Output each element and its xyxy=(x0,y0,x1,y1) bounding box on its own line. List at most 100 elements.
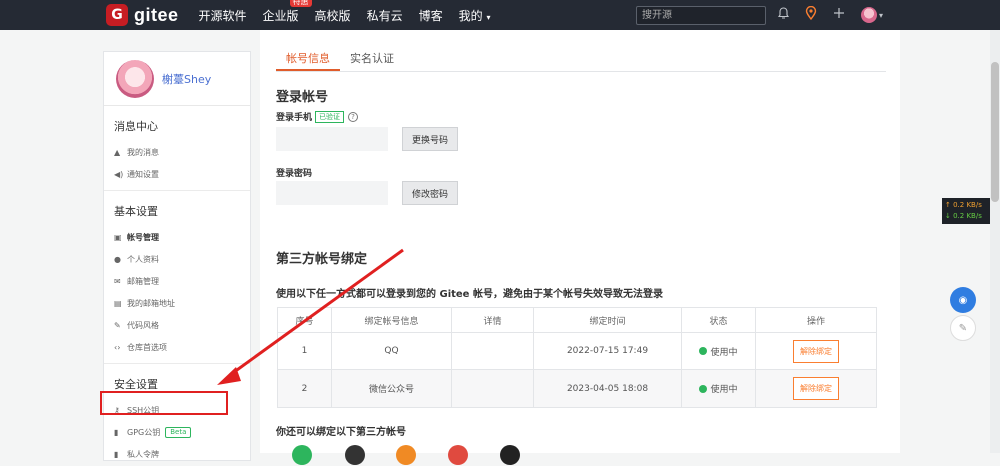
nav-education[interactable]: 高校版 xyxy=(315,7,351,24)
sidebar-item-label: 帐号管理 xyxy=(127,233,159,242)
header-action: 操作 xyxy=(806,316,825,327)
nav-mine-label: 我的 xyxy=(458,8,483,23)
third-party-title: 第三方帐号绑定 xyxy=(276,252,368,267)
row-detail xyxy=(452,333,534,369)
sidebar-item-label: 代码风格 xyxy=(127,321,159,330)
row-account: QQ xyxy=(332,333,452,369)
sidebar-item-label: 通知设置 xyxy=(127,170,159,179)
row-detail xyxy=(452,370,534,407)
assistant-float-icon[interactable]: ◉ xyxy=(950,287,976,313)
sidebar-item-my-email-address[interactable]: ▤ 我的邮箱地址 xyxy=(104,293,250,315)
github-icon[interactable] xyxy=(500,445,520,465)
feedback-edit-icon[interactable]: ✎ xyxy=(950,315,976,341)
bind-option-orange-icon[interactable] xyxy=(396,445,416,465)
download-speed: ↓ 0.2 KB/s xyxy=(945,212,982,220)
sidebar-item-notification-settings[interactable]: ◀) 通知设置 xyxy=(104,164,250,186)
top-icon-group: ▾ xyxy=(777,0,883,30)
user-icon: ● xyxy=(114,255,121,264)
user-avatar-small[interactable] xyxy=(861,7,877,23)
tab-account-info[interactable]: 帐号信息 xyxy=(276,48,340,71)
upload-speed: ↑ 0.2 KB/s xyxy=(945,201,982,209)
location-pin-icon[interactable] xyxy=(805,5,817,24)
header-index: 序号 xyxy=(278,308,332,332)
row-time: 2023-04-05 18:08 xyxy=(534,370,682,407)
change-password-button[interactable]: 修改密码 xyxy=(402,181,459,205)
code-icon: ‹› xyxy=(114,343,121,352)
sidebar-item-label: 我的消息 xyxy=(127,148,159,157)
login-phone-label: 登录手机 xyxy=(276,113,313,123)
profile-card[interactable]: 榭薹Shey xyxy=(104,52,250,106)
header-detail: 详情 xyxy=(452,308,534,332)
sidebar-item-label: 个人资料 xyxy=(127,255,159,264)
sidebar-item-repo-preferences[interactable]: ‹› 仓库首选项 xyxy=(104,337,250,359)
row-action: 解除绑定 xyxy=(756,333,876,369)
status-text: 使用中 xyxy=(710,347,738,358)
tab-real-name[interactable]: 实名认证 xyxy=(340,48,404,71)
row-status: 使用中 xyxy=(682,333,756,369)
sidebar-item-profile[interactable]: ● 个人资料 xyxy=(104,249,250,271)
sidebar-item-private-tokens[interactable]: ▮ 私人令牌 xyxy=(104,444,250,466)
bell-icon[interactable] xyxy=(777,6,790,24)
bind-option-green-icon[interactable] xyxy=(292,445,312,465)
login-password-label: 登录密码 xyxy=(276,169,313,179)
sidebar-item-label: 邮箱管理 xyxy=(127,277,159,286)
page-scrollbar[interactable] xyxy=(990,30,1000,453)
login-phone-label-row: 登录手机 已验证 ? xyxy=(276,110,359,123)
section-basic-settings: 基本设置 xyxy=(114,205,158,218)
sidebar-item-label: 我的邮箱地址 xyxy=(127,299,175,308)
bell-icon: ▲ xyxy=(114,148,121,157)
help-icon[interactable]: ? xyxy=(348,111,359,122)
sidebar-item-email[interactable]: ✉ 邮箱管理 xyxy=(104,271,250,293)
table-row: 2 微信公众号 2023-04-05 18:08 使用中 解除绑定 xyxy=(278,370,876,407)
row-status: 使用中 xyxy=(682,370,756,407)
scrollbar-thumb[interactable] xyxy=(991,62,999,202)
user-name[interactable]: 榭薹Shey xyxy=(162,71,211,87)
change-phone-button[interactable]: 更换号码 xyxy=(402,127,459,151)
gitee-logo-text: gitee xyxy=(134,4,179,25)
nav-mine[interactable]: 我的 ▾ xyxy=(459,7,491,24)
nav-enterprise[interactable]: 企业版 特惠 xyxy=(263,0,312,24)
password-value-masked xyxy=(276,181,388,205)
row-index: 2 xyxy=(278,370,332,407)
row-time: 2022-07-15 17:49 xyxy=(534,333,682,369)
sidebar-item-code-style[interactable]: ✎ 代码风格 xyxy=(104,315,250,337)
verified-badge: 已验证 xyxy=(315,110,345,123)
header-time: 绑定时间 xyxy=(534,308,682,332)
header-status: 状态 xyxy=(682,308,756,332)
sidebar-item-gpg-keys[interactable]: ▮ GPG公钥 Beta xyxy=(104,422,250,444)
network-speed-widget: ↑ 0.2 KB/s ↓ 0.2 KB/s xyxy=(942,198,990,224)
user-avatar[interactable] xyxy=(116,59,154,98)
mail-icon: ✉ xyxy=(114,277,121,286)
section-message-center: 消息中心 xyxy=(114,120,158,133)
sidebar-item-my-messages[interactable]: ▲ 我的消息 xyxy=(104,142,250,164)
status-text: 使用中 xyxy=(710,385,738,395)
sidebar-item-account[interactable]: ▣ 帐号管理 xyxy=(104,227,250,249)
gitee-logo-icon: G xyxy=(106,4,128,26)
speaker-icon: ◀) xyxy=(114,170,124,179)
nav-private-cloud[interactable]: 私有云 xyxy=(367,7,403,24)
unbind-button[interactable]: 解除绑定 xyxy=(793,377,839,400)
row-action: 解除绑定 xyxy=(756,370,876,407)
gitee-logo[interactable]: G gitee xyxy=(106,4,179,26)
nav-open-source[interactable]: 开源软件 xyxy=(199,7,247,24)
unbind-button[interactable]: 解除绑定 xyxy=(793,339,839,363)
nav-blog[interactable]: 博客 xyxy=(419,7,443,24)
third-party-description: 使用以下任一方式都可以登录到您的 Gitee 帐号，避免由于某个帐号失效导致无法… xyxy=(276,289,663,300)
row-account: 微信公众号 xyxy=(332,370,452,407)
status-dot-icon xyxy=(699,384,708,393)
more-bindings-title: 你还可以绑定以下第三方帐号 xyxy=(276,427,406,438)
header-account: 绑定帐号信息 xyxy=(332,308,452,332)
top-navbar: G gitee 开源软件 企业版 特惠 高校版 私有云 博客 我的 ▾ 搜开源 … xyxy=(0,0,1000,30)
sidebar-item-label: GPG公钥 xyxy=(127,428,161,437)
avatar-chevron-down-icon[interactable]: ▾ xyxy=(879,11,883,20)
bind-option-dark-icon[interactable] xyxy=(345,445,365,465)
plus-icon[interactable] xyxy=(833,7,845,23)
beta-badge: Beta xyxy=(165,427,192,438)
search-input[interactable]: 搜开源 xyxy=(636,6,766,25)
highlight-box-ssh xyxy=(100,391,228,415)
main-nav: 开源软件 企业版 特惠 高校版 私有云 博客 我的 ▾ xyxy=(199,0,507,24)
brush-icon: ✎ xyxy=(114,321,121,330)
bind-option-red-icon[interactable] xyxy=(448,445,468,465)
table-row: 1 QQ 2022-07-15 17:49 使用中 解除绑定 xyxy=(278,333,876,370)
sidebar-item-label: 私人令牌 xyxy=(127,450,159,459)
